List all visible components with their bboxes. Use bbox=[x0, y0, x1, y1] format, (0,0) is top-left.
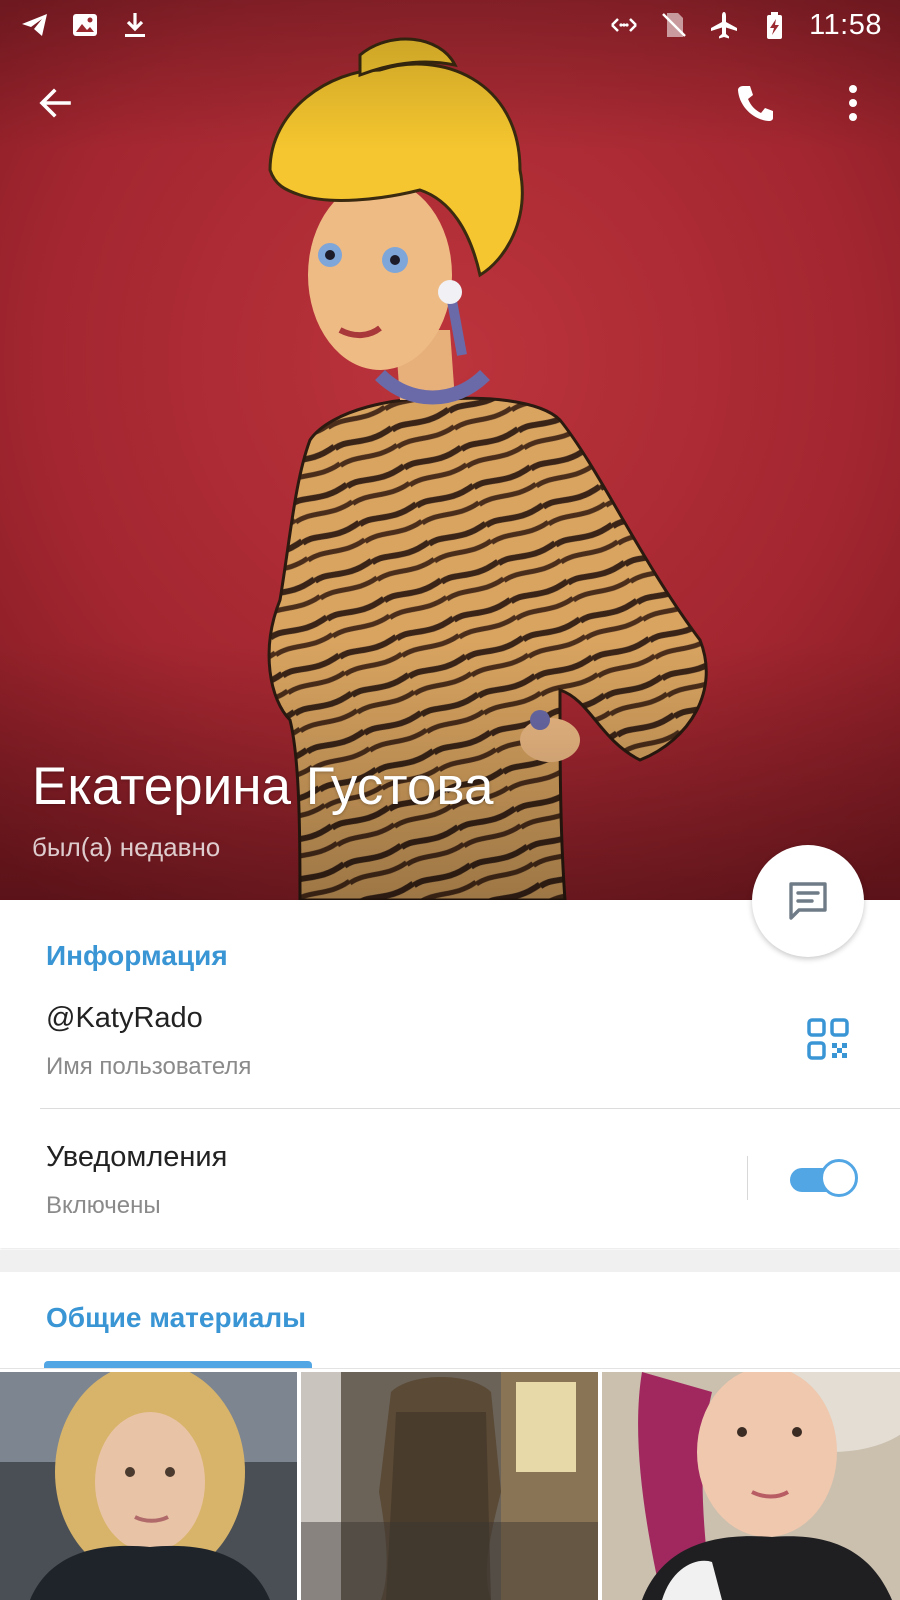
status-bar: 11:58 bbox=[0, 0, 900, 50]
profile-name: Екатерина Густова bbox=[32, 757, 494, 816]
media-tab-line bbox=[0, 1368, 900, 1369]
call-button[interactable] bbox=[720, 68, 790, 138]
airplane-mode-icon bbox=[711, 12, 738, 39]
vertical-divider bbox=[747, 1156, 748, 1200]
download-icon bbox=[125, 13, 145, 37]
row-divider bbox=[40, 1108, 900, 1109]
profile-photo-header[interactable]: 11:58 Екатерина Густова был(а) недавно bbox=[0, 0, 900, 900]
notifications-row-status: Включены bbox=[46, 1192, 161, 1219]
toggle-knob bbox=[820, 1159, 858, 1197]
data-arrows-icon bbox=[611, 18, 637, 32]
send-message-button[interactable] bbox=[752, 845, 864, 957]
notifications-toggle[interactable] bbox=[790, 1159, 858, 1197]
more-options-button[interactable] bbox=[818, 68, 888, 138]
arrow-left-icon bbox=[39, 88, 71, 118]
more-vertical-icon bbox=[849, 85, 857, 121]
info-section-title: Информация bbox=[46, 940, 228, 971]
status-left-icons bbox=[20, 10, 150, 40]
profile-toolbar bbox=[0, 68, 900, 138]
back-button[interactable] bbox=[20, 68, 90, 138]
battery-charging-icon bbox=[767, 12, 783, 39]
notifications-row-title[interactable]: Уведомления bbox=[46, 1141, 227, 1174]
qr-code-icon[interactable] bbox=[806, 1017, 850, 1061]
username-value[interactable]: @KatyRado bbox=[46, 1002, 203, 1035]
media-grid bbox=[0, 1372, 900, 1600]
info-section: Информация @KatyRado Имя пользователя Ув… bbox=[0, 900, 900, 1248]
image-icon bbox=[73, 14, 97, 36]
telegram-icon bbox=[22, 14, 47, 36]
shared-media-title[interactable]: Общие материалы bbox=[46, 1302, 306, 1334]
section-separator bbox=[0, 1250, 900, 1272]
shared-media-section: Общие материалы bbox=[0, 1272, 900, 1600]
phone-icon bbox=[738, 86, 773, 121]
status-time: 11:58 bbox=[809, 8, 882, 41]
photo-thumbnail[interactable] bbox=[602, 1372, 900, 1600]
status-right-icons: 11:58 bbox=[609, 9, 882, 42]
username-label: Имя пользователя bbox=[46, 1053, 252, 1080]
photo-thumbnail[interactable] bbox=[0, 1372, 297, 1600]
profile-last-seen: был(а) недавно bbox=[32, 832, 221, 862]
message-icon bbox=[789, 882, 827, 920]
photo-thumbnail[interactable] bbox=[301, 1372, 598, 1600]
no-sim-icon bbox=[662, 13, 686, 37]
